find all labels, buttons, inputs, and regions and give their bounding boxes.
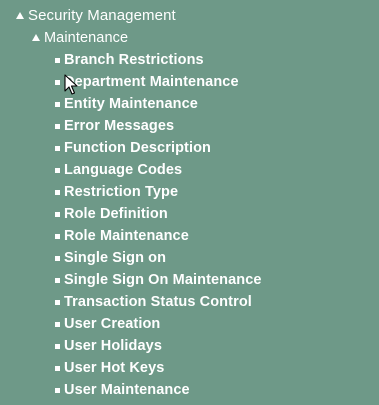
tree-leaf-role-definition[interactable]: Role Definition [55,203,168,225]
tree-leaf-label: Language Codes [64,162,183,178]
security-management-tree: Security Management Maintenance Branch R… [0,0,379,405]
tree-leaf-label: User Holidays [64,338,163,354]
tree-leaf-label: Single Sign On Maintenance [64,272,262,288]
bullet-icon [55,168,60,173]
bullet-icon [55,190,60,195]
tree-node-security-management[interactable]: Security Management [16,5,176,27]
bullet-icon [55,102,60,107]
tree-leaf-label: User Hot Keys [64,360,165,376]
bullet-icon [55,58,60,63]
tree-node-label: Security Management [28,7,176,24]
bullet-icon [55,256,60,261]
tree-leaf-label: Role Maintenance [64,228,189,244]
tree-leaf-language-codes[interactable]: Language Codes [55,159,183,181]
bullet-icon [55,124,60,129]
tree-leaf-label: Error Messages [64,118,175,134]
bullet-icon [55,344,60,349]
tree-leaf-label: Department Maintenance [64,74,239,90]
tree-leaf-label: User Maintenance [64,382,190,398]
tree-leaf-function-description[interactable]: Function Description [55,137,211,159]
tree-leaf-label: Function Description [64,140,211,156]
tree-leaf-label: Role Definition [64,206,168,222]
bullet-icon [55,388,60,393]
tree-leaf-error-messages[interactable]: Error Messages [55,115,175,137]
tree-leaf-department-maintenance[interactable]: Department Maintenance [55,71,239,93]
tree-leaf-user-maintenance[interactable]: User Maintenance [55,379,190,401]
bullet-icon [55,300,60,305]
tree-leaf-entity-maintenance[interactable]: Entity Maintenance [55,93,198,115]
bullet-icon [55,278,60,283]
collapse-triangle-icon[interactable] [32,34,40,41]
tree-leaf-user-holidays[interactable]: User Holidays [55,335,163,357]
tree-leaf-user-hot-keys[interactable]: User Hot Keys [55,357,165,379]
tree-leaf-label: Entity Maintenance [64,96,198,112]
tree-leaf-role-maintenance[interactable]: Role Maintenance [55,225,189,247]
bullet-icon [55,234,60,239]
bullet-icon [55,322,60,327]
collapse-triangle-icon[interactable] [16,12,24,19]
bullet-icon [55,366,60,371]
bullet-icon [55,146,60,151]
tree-leaf-single-sign-on-maintenance[interactable]: Single Sign On Maintenance [55,269,262,291]
bullet-icon [55,80,60,85]
tree-leaf-transaction-status-control[interactable]: Transaction Status Control [55,291,252,313]
tree-leaf-label: User Creation [64,316,161,332]
tree-leaf-restriction-type[interactable]: Restriction Type [55,181,179,203]
tree-leaf-label: Transaction Status Control [64,294,252,310]
tree-leaf-label: Restriction Type [64,184,179,200]
bullet-icon [55,212,60,217]
tree-leaf-branch-restrictions[interactable]: Branch Restrictions [55,49,204,71]
tree-node-label: Maintenance [44,30,129,46]
tree-leaf-label: Branch Restrictions [64,52,204,68]
tree-node-maintenance[interactable]: Maintenance [32,27,129,49]
tree-leaf-label: Single Sign on [64,250,167,266]
tree-leaf-single-sign-on[interactable]: Single Sign on [55,247,167,269]
tree-leaf-user-creation[interactable]: User Creation [55,313,161,335]
